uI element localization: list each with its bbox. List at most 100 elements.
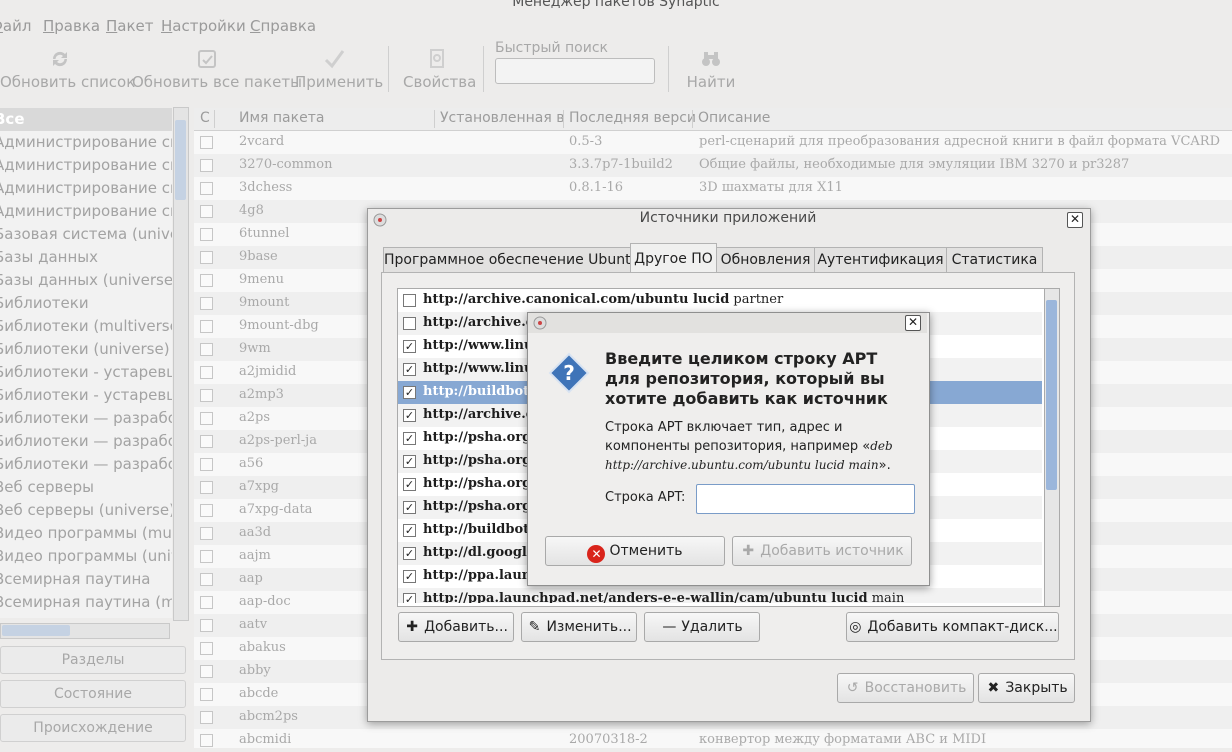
table-row[interactable]: 3dchess 0.8.1-16 3D шахматы для X11 — [194, 177, 1232, 200]
menu-edit[interactable]: Правка — [43, 17, 100, 35]
source-checkbox[interactable]: ✓ — [403, 593, 416, 603]
category-item[interactable]: Видео программы (univer — [0, 545, 172, 568]
category-item[interactable]: Видео программы (multive — [0, 522, 172, 545]
source-checkbox[interactable]: ✓ — [403, 363, 416, 376]
sources-close-icon[interactable]: ✕ — [1067, 212, 1083, 228]
package-checkbox[interactable] — [200, 504, 213, 517]
source-checkbox[interactable]: ✓ — [403, 570, 416, 583]
source-row[interactable]: ✓ http://ppa.launchpad.net/anders-e-e-wal… — [398, 588, 1042, 603]
search-button[interactable]: Найти — [686, 44, 736, 94]
source-checkbox[interactable]: ✓ — [403, 524, 416, 537]
source-row[interactable]: http://archive.canonical.com/ubuntu luci… — [398, 289, 1042, 312]
sections-button[interactable]: Разделы — [0, 646, 186, 674]
category-hscroll-thumb[interactable] — [2, 625, 70, 636]
category-item[interactable]: Веб серверы — [0, 476, 172, 499]
column-latest[interactable]: Последняя верси — [569, 110, 696, 126]
quick-search-input[interactable] — [495, 58, 655, 84]
package-checkbox[interactable] — [200, 412, 213, 425]
category-item[interactable]: Библиотеки (universe) — [0, 338, 172, 361]
table-row[interactable]: 3270-common 3.3.7p7-1build2 Общие файлы, н… — [194, 154, 1232, 177]
package-checkbox[interactable] — [200, 182, 213, 195]
column-name[interactable]: Имя пакета — [239, 110, 324, 126]
add-cdrom-button[interactable]: ◎ Добавить компакт-диск... — [846, 612, 1059, 642]
package-checkbox[interactable] — [200, 297, 213, 310]
apt-line-input[interactable] — [696, 484, 915, 514]
category-item[interactable]: Библиотеки - устаревшие — [0, 361, 172, 384]
source-checkbox[interactable] — [403, 317, 416, 330]
column-description[interactable]: Описание — [698, 110, 770, 126]
package-checkbox[interactable] — [200, 619, 213, 632]
column-status[interactable]: С — [200, 110, 210, 126]
tab-ubuntu-software[interactable]: Программное обеспечение Ubuntu — [383, 247, 639, 272]
package-checkbox[interactable] — [200, 205, 213, 218]
tab-updates[interactable]: Обновления — [716, 247, 815, 272]
edit-source-button[interactable]: ✎ Изменить... — [521, 612, 637, 642]
source-checkbox[interactable]: ✓ — [403, 386, 416, 399]
tab-statistics[interactable]: Статистика — [946, 247, 1043, 272]
package-checkbox[interactable] — [200, 228, 213, 241]
category-item[interactable]: Библиотеки — [0, 292, 172, 315]
upgrade-all-button[interactable]: Обновить все пакеты — [132, 44, 302, 94]
package-checkbox[interactable] — [200, 481, 213, 494]
category-item[interactable]: Веб серверы (universe) — [0, 499, 172, 522]
package-checkbox[interactable] — [200, 665, 213, 678]
tab-authentication[interactable]: Аутентификация — [814, 247, 947, 272]
tab-other-software[interactable]: Другое ПО — [630, 243, 717, 273]
package-checkbox[interactable] — [200, 251, 213, 264]
category-item[interactable]: Библиотеки (multiverse) — [0, 315, 172, 338]
apply-button[interactable]: Применить — [295, 44, 383, 94]
apt-close-icon[interactable]: ✕ — [905, 315, 921, 331]
sources-vscroll-thumb[interactable] — [1046, 300, 1057, 490]
status-button[interactable]: Состояние — [0, 680, 186, 708]
close-button[interactable]: ✖ Закрыть — [978, 673, 1075, 703]
category-item[interactable]: Все — [0, 108, 172, 131]
package-checkbox[interactable] — [200, 136, 213, 149]
package-checkbox[interactable] — [200, 711, 213, 724]
source-checkbox[interactable]: ✓ — [403, 478, 416, 491]
package-checkbox[interactable] — [200, 320, 213, 333]
reload-button[interactable]: Обновить список — [0, 44, 135, 94]
cancel-button[interactable]: ✕ Отменить — [545, 536, 725, 566]
menu-help[interactable]: Справка — [250, 17, 316, 35]
package-checkbox[interactable] — [200, 458, 213, 471]
category-item[interactable]: Библиотеки — разработк — [0, 453, 172, 476]
category-item[interactable]: Всемирная паутина — [0, 568, 172, 591]
menu-settings[interactable]: Настройки — [161, 17, 246, 35]
origin-button[interactable]: Происхождение — [0, 714, 186, 742]
package-checkbox[interactable] — [200, 688, 213, 701]
source-checkbox[interactable]: ✓ — [403, 340, 416, 353]
source-checkbox[interactable]: ✓ — [403, 547, 416, 560]
menu-file[interactable]: Файл — [0, 17, 31, 35]
category-item[interactable]: Администрирование сист — [0, 177, 172, 200]
category-item[interactable]: Администрирование сист — [0, 154, 172, 177]
package-checkbox[interactable] — [200, 389, 213, 402]
source-checkbox[interactable]: ✓ — [403, 501, 416, 514]
package-checkbox[interactable] — [200, 573, 213, 586]
package-checkbox[interactable] — [200, 527, 213, 540]
column-installed[interactable]: Установленная в — [440, 110, 565, 126]
source-checkbox[interactable]: ✓ — [403, 432, 416, 445]
source-checkbox[interactable]: ✓ — [403, 409, 416, 422]
category-vscroll-thumb[interactable] — [175, 120, 186, 200]
category-item[interactable]: Администрирование сист — [0, 200, 172, 223]
category-item[interactable]: Базы данных (universe) — [0, 269, 172, 292]
package-checkbox[interactable] — [200, 366, 213, 379]
package-checkbox[interactable] — [200, 596, 213, 609]
category-item[interactable]: Администрирование сист — [0, 131, 172, 154]
add-source-button[interactable]: ✚ Добавить... — [398, 612, 514, 642]
category-item[interactable]: Библиотеки — разработк — [0, 407, 172, 430]
table-row[interactable]: 2vcard 0.5-3 perl-сценарий для преобразова… — [194, 131, 1232, 154]
category-item[interactable]: Базы данных — [0, 246, 172, 269]
package-checkbox[interactable] — [200, 550, 213, 563]
source-checkbox[interactable] — [403, 294, 416, 307]
category-item[interactable]: Библиотеки — разработк — [0, 430, 172, 453]
category-item[interactable]: Библиотеки - устаревшие — [0, 384, 172, 407]
source-checkbox[interactable]: ✓ — [403, 455, 416, 468]
package-checkbox[interactable] — [200, 343, 213, 356]
add-apt-source-button[interactable]: ✚ Добавить источник — [732, 536, 912, 566]
category-item[interactable]: Всемирная паутина (mult — [0, 591, 172, 614]
package-checkbox[interactable] — [200, 159, 213, 172]
properties-button[interactable]: Свойства — [403, 44, 476, 94]
revert-button[interactable]: ↺ Восстановить — [837, 673, 974, 703]
menu-package[interactable]: Пакет — [106, 17, 154, 35]
